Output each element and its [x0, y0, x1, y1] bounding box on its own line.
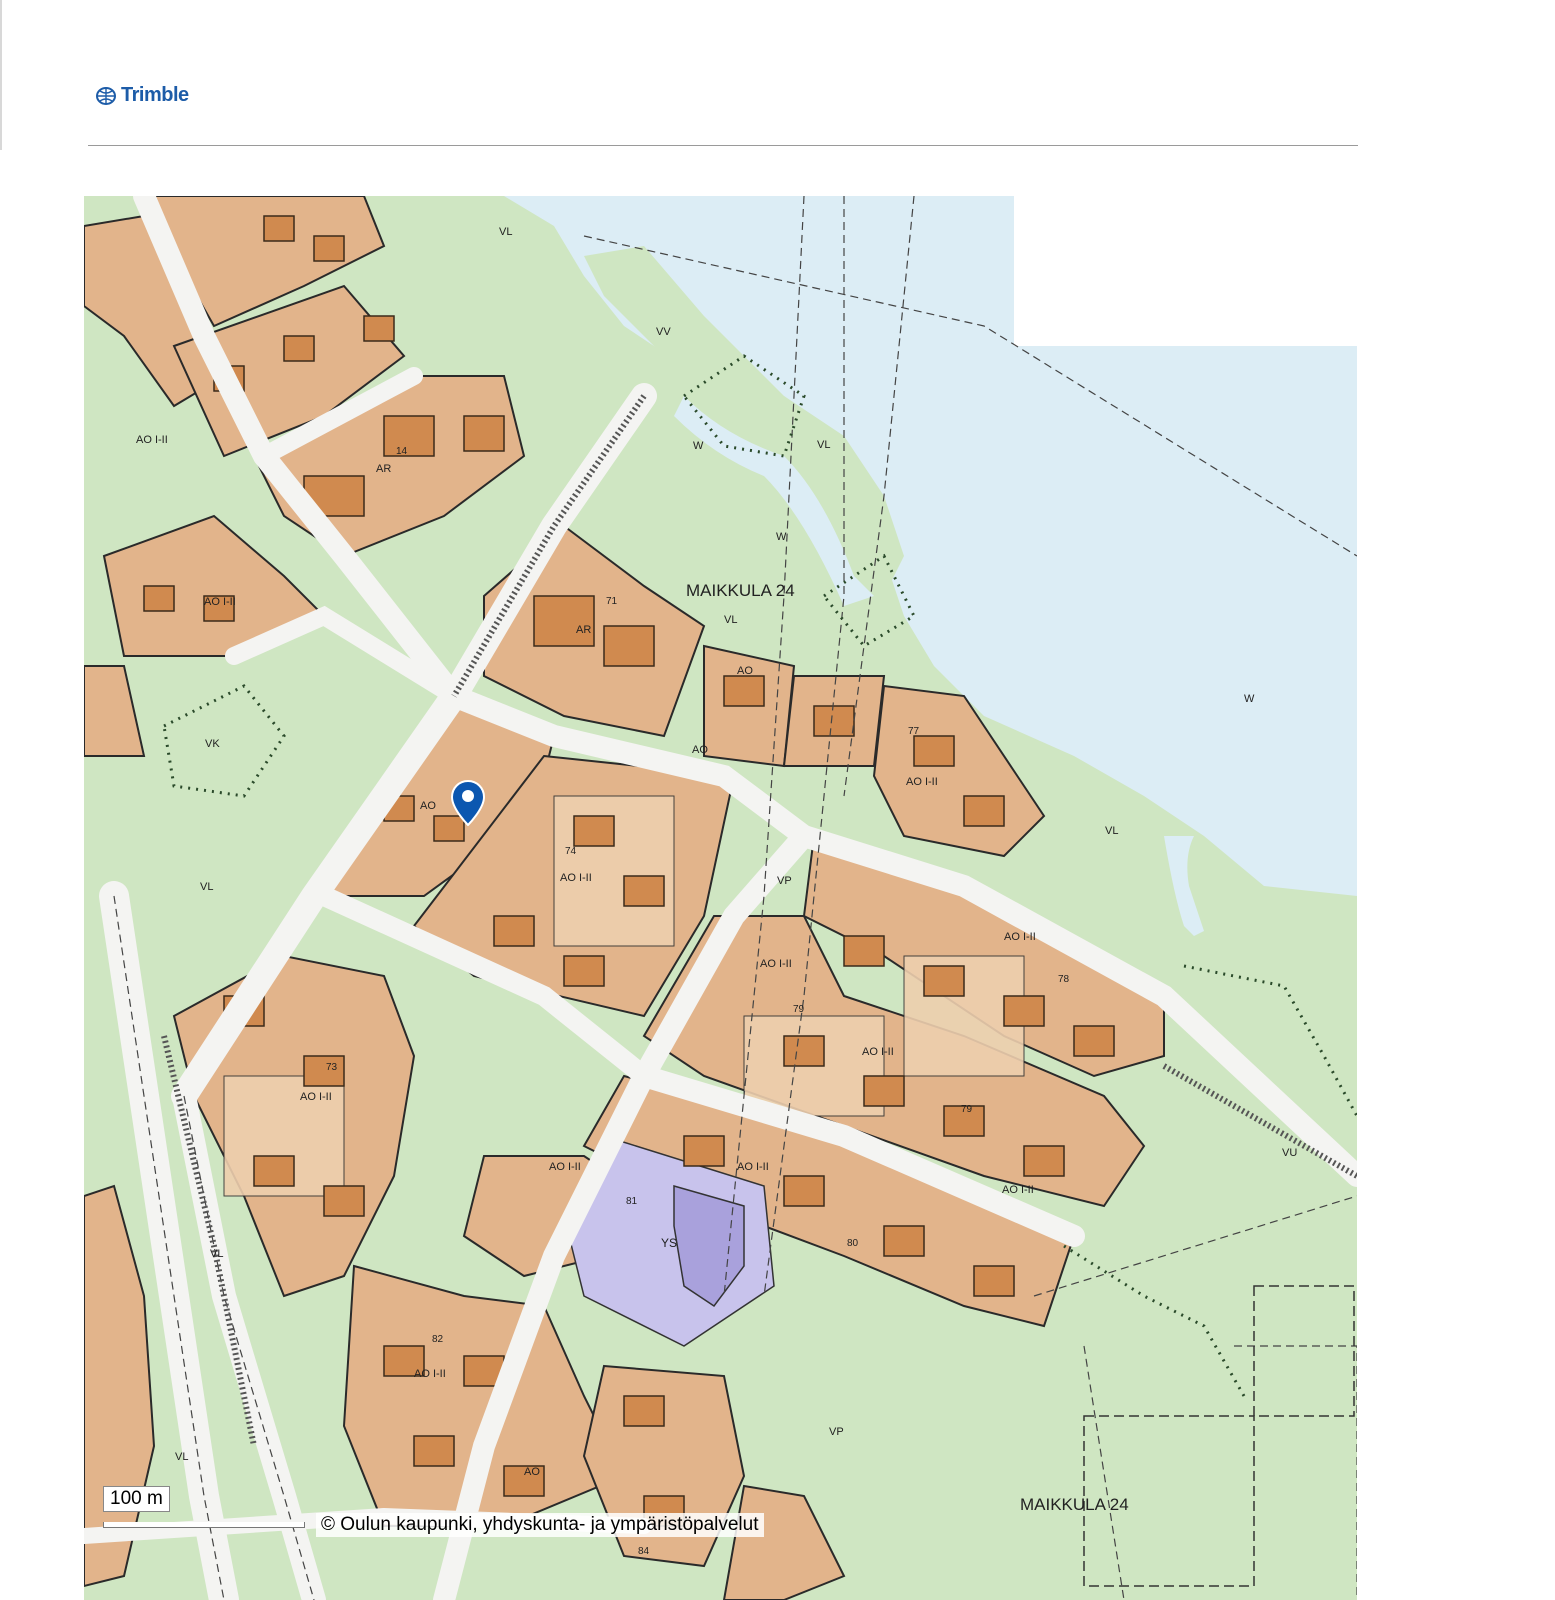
zone-label: VL: [175, 1451, 189, 1463]
block-number: 71: [606, 596, 618, 607]
zone-label: VL: [1105, 825, 1119, 837]
zone-label: VL: [724, 614, 738, 626]
district-label: MAIKKULA 24: [686, 581, 795, 600]
district-label: MAIKKULA 24: [1020, 1495, 1129, 1514]
zone-label: VV: [656, 326, 671, 338]
land-use-label: AO I-II: [1004, 931, 1036, 943]
block-number: 14: [396, 446, 408, 457]
land-use-label: AO I-II: [136, 434, 168, 446]
block-number: 74: [565, 846, 577, 857]
scan-edge-mark: [0, 0, 2, 150]
scale-bar: [103, 1522, 305, 1528]
zone-label: VL: [200, 881, 214, 893]
trimble-globe-icon: [96, 86, 116, 105]
zoning-map[interactable]: MAIKKULA 24 MAIKKULA 24 W VL VV W W VL V…: [84, 196, 1357, 1600]
land-use-label: AO: [737, 665, 753, 677]
zone-label: W: [776, 531, 787, 543]
land-use-label: AR: [576, 624, 592, 636]
land-use-label: AO I-II: [204, 596, 236, 608]
land-use-label: AO: [524, 1466, 540, 1478]
zone-label: VK: [205, 738, 220, 750]
zone-label: VL: [817, 439, 831, 451]
land-use-label: AR: [376, 463, 392, 475]
block-number: 79: [793, 1004, 805, 1015]
zone-label: VL: [499, 226, 513, 238]
land-use-label: AO: [420, 800, 436, 812]
land-use-label: AO I-II: [549, 1161, 581, 1173]
header-divider: [88, 145, 1358, 146]
block-number: 78: [1058, 974, 1070, 985]
zone-label: VU: [1282, 1147, 1298, 1159]
block-number: 81: [626, 1196, 638, 1207]
zone-label: YS: [661, 1236, 678, 1250]
block-number: 73: [326, 1062, 338, 1073]
land-use-label: AO: [692, 744, 708, 756]
land-use-label: AO I-II: [862, 1046, 894, 1058]
land-use-label: AO I-II: [906, 776, 938, 788]
block-number: 79: [961, 1104, 973, 1115]
land-use-label: AO I-II: [414, 1368, 446, 1380]
zone-label: W: [1244, 693, 1255, 705]
block-number: 80: [847, 1238, 859, 1249]
zone-label: VL: [210, 1248, 224, 1260]
trimble-logo: Trimble: [95, 84, 189, 107]
land-use-label: AO I-II: [560, 872, 592, 884]
block-number: 77: [908, 726, 920, 737]
block-number: 84: [638, 1546, 650, 1557]
logo-text: Trimble: [121, 84, 189, 106]
zoning-map-canvas[interactable]: [84, 196, 1357, 1600]
map-attribution: © Oulun kaupunki, yhdyskunta- ja ympäris…: [316, 1513, 764, 1537]
location-pin-icon[interactable]: [451, 780, 485, 826]
land-use-label: AO I-II: [300, 1091, 332, 1103]
block-number: 82: [432, 1334, 444, 1345]
land-use-label: AO I-II: [1002, 1184, 1034, 1196]
land-use-label: AO I-II: [760, 958, 792, 970]
zone-label: VP: [777, 875, 792, 887]
land-use-label: AO I-II: [737, 1161, 769, 1173]
scale-label: 100 m: [103, 1486, 170, 1512]
zone-label: VP: [829, 1426, 844, 1438]
zone-label: W: [693, 440, 704, 452]
